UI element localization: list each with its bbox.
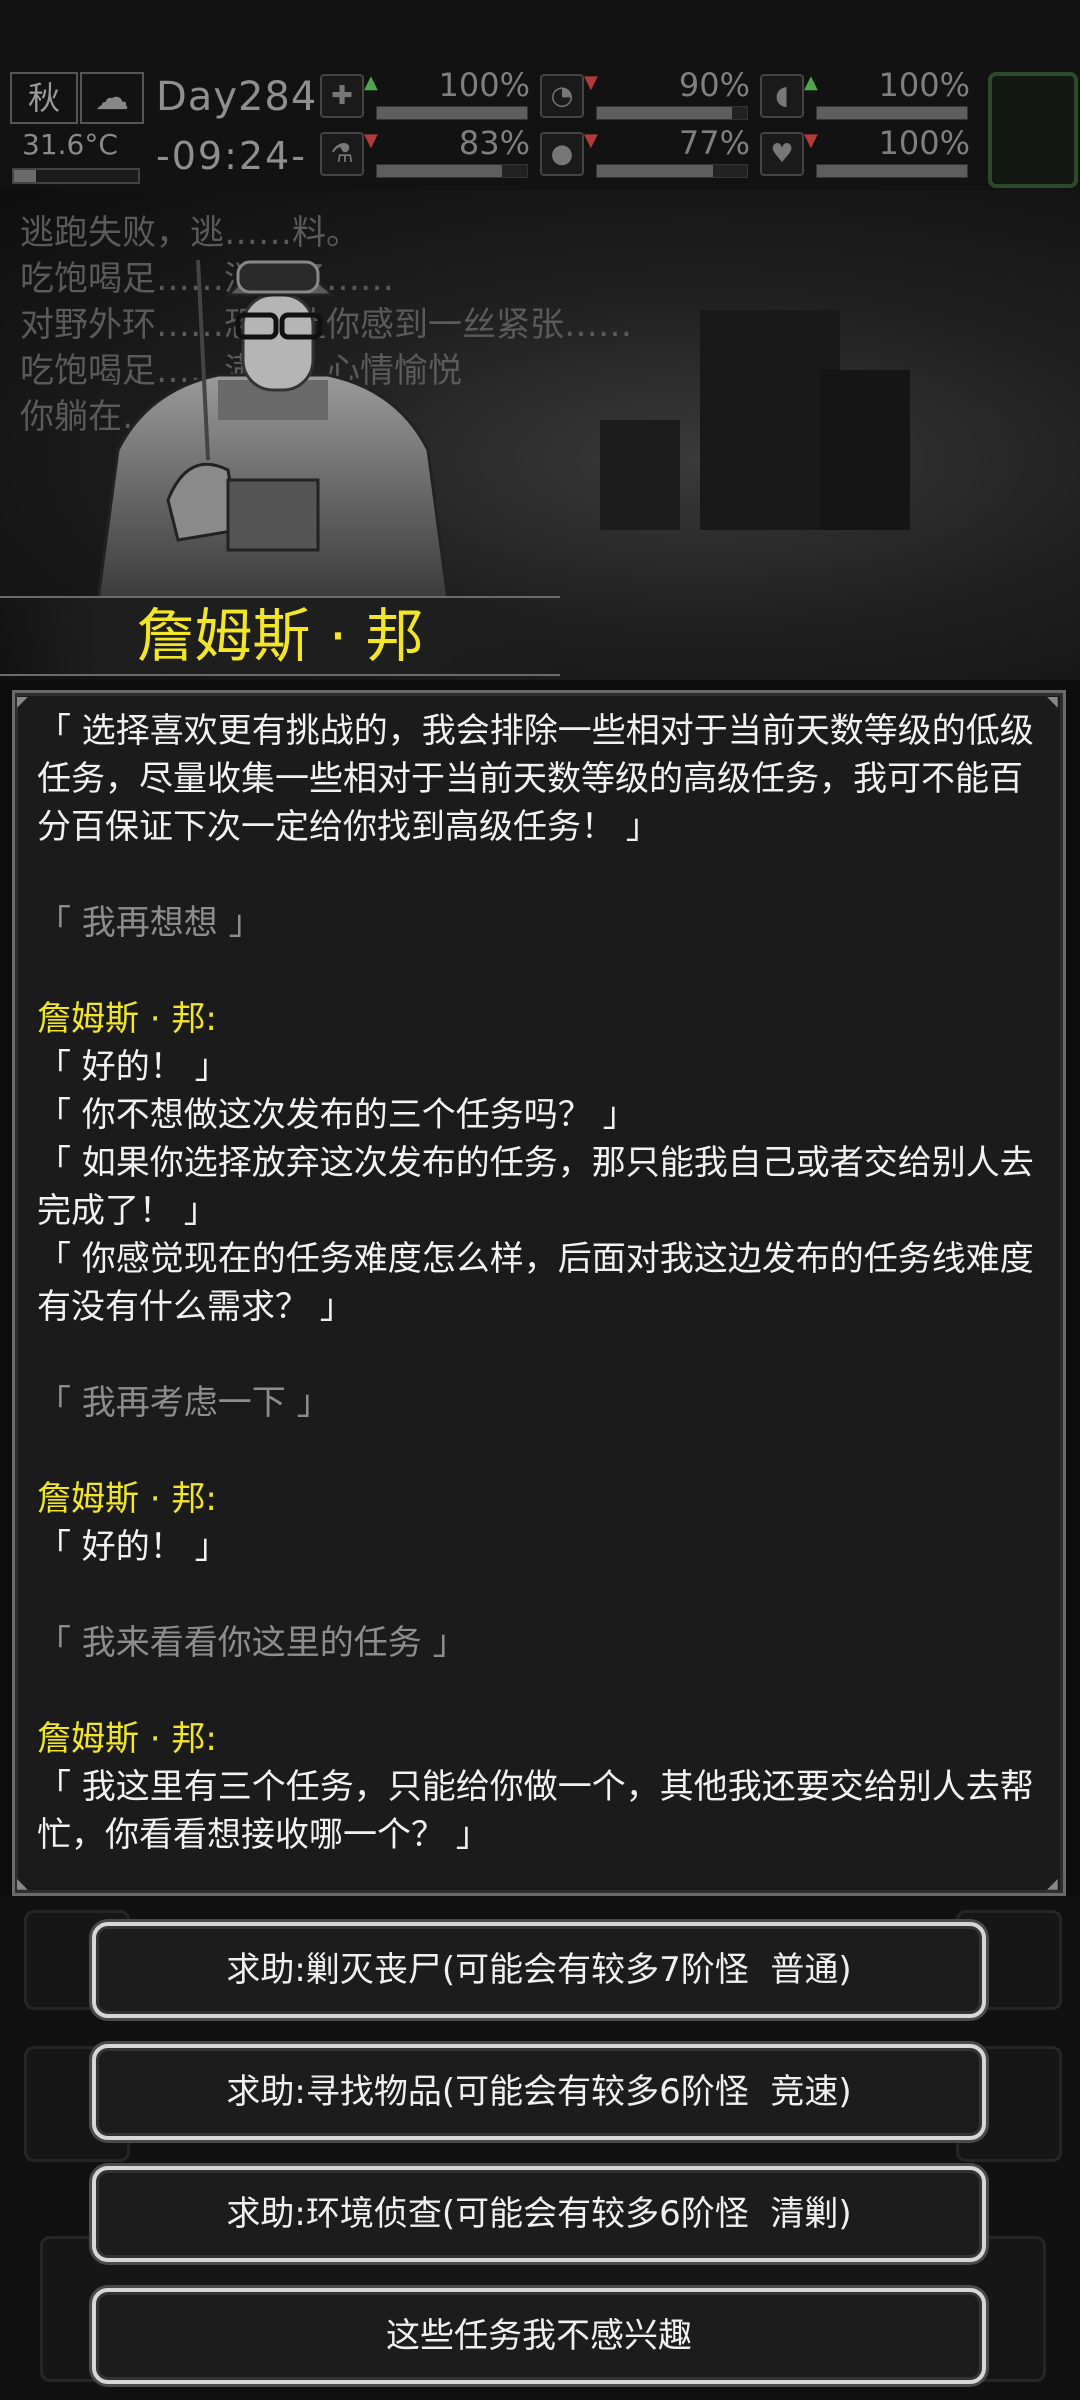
trend-up-icon: ▲ (364, 72, 378, 93)
npc-line: 「 好的！ 」 (37, 1047, 229, 1087)
stat-thirst[interactable]: ● ▼ 77% (540, 124, 750, 178)
trend-down-icon: ▼ (364, 130, 378, 151)
npc-line: 「 我这里有三个任务，只能给你做一个，其他我还要交给别人去帮忙，你看看想接收哪一… (37, 1767, 1034, 1855)
speaker-name: 詹姆斯 · 邦: (37, 1479, 217, 1519)
choice-mission-find-items[interactable]: 求助:寻找物品(可能会有较多6阶怪 竞速) (92, 2044, 986, 2140)
npc-portrait (96, 259, 450, 600)
npc-line: 「 好的！ 」 (37, 1527, 229, 1567)
ruined-building (820, 370, 910, 530)
temperature-bar (12, 168, 140, 184)
stat-bar (596, 164, 748, 178)
heart-icon: ♥ (760, 132, 804, 176)
npc-name-bar: 詹姆斯 · 邦 (0, 596, 560, 676)
npc-line: 「 你不想做这次发布的三个任务吗？ 」 (37, 1095, 637, 1135)
npc-name: 詹姆斯 · 邦 (136, 602, 424, 670)
equipment-slot[interactable] (988, 72, 1078, 188)
day-counter: Day284 (156, 74, 318, 120)
trend-down-icon: ▼ (804, 130, 818, 151)
trend-up-icon: ▲ (804, 72, 818, 93)
corner-ornament-icon: ◣ (17, 1876, 28, 1892)
stomach-icon: ◔ (540, 74, 584, 118)
medkit-icon: ✚ (320, 74, 364, 118)
pill-icon: ◖ (760, 74, 804, 118)
stat-sanity[interactable]: ⚗ ▼ 83% (320, 124, 530, 178)
npc-line: 「 你感觉现在的任务难度怎么样，后面对我这边发布的任务线难度有没有什么需求？ 」 (37, 1239, 1034, 1327)
player-line: 「 我再想想 」 (37, 903, 263, 943)
stat-hunger[interactable]: ◔ ▼ 90% (540, 66, 750, 120)
dialog-transcript: 「 选择喜欢更有挑战的，我会排除一些相对于当前天数等级的低级任务，尽量收集一些相… (37, 707, 1047, 1859)
stat-health[interactable]: ✚ ▲ 100% (320, 66, 530, 120)
dialog-panel[interactable]: ◤ ◥ ◣ ◢ 「 选择喜欢更有挑战的，我会排除一些相对于当前天数等级的低级任务… (12, 690, 1066, 1896)
temperature-readout: 31.6°C (22, 128, 118, 161)
corner-ornament-icon: ◤ (17, 694, 28, 710)
choice-mission-exterminate[interactable]: 求助:剿灭丧尸(可能会有较多7阶怪 普通) (92, 1922, 986, 2018)
speaker-name: 詹姆斯 · 邦: (37, 999, 217, 1039)
stat-bar (596, 106, 748, 120)
npc-line: 「 如果你选择放弃这次发布的任务，那只能我自己或者交给别人去完成了！ 」 (37, 1143, 1034, 1231)
flask-icon: ⚗ (320, 132, 364, 176)
scene-background: 逃跑失败，逃……料。 吃饱喝足……消失了…… 对野外环……恐惧让你感到一丝紧张…… (0, 190, 1080, 680)
game-clock: -09:24- (156, 134, 307, 178)
stat-bar (376, 106, 528, 120)
player-line: 「 我再考虑一下 」 (37, 1383, 331, 1423)
cloudy-weather-icon: ☁ (80, 72, 144, 124)
trend-down-icon: ▼ (584, 130, 598, 151)
stat-mood[interactable]: ♥ ▼ 100% (760, 124, 970, 178)
trend-down-icon: ▼ (584, 72, 598, 93)
choice-mission-recon[interactable]: 求助:环境侦查(可能会有较多6阶怪 清剿) (92, 2166, 986, 2262)
status-bar: 秋 ☁ 31.6°C Day284 -09:24- ✚ ▲ 100% ◔ ▼ 9… (0, 0, 1080, 190)
choice-decline[interactable]: 这些任务我不感兴趣 (92, 2288, 986, 2384)
player-line: 「 我来看看你这里的任务 」 (37, 1623, 467, 1663)
stat-medicine[interactable]: ◖ ▲ 100% (760, 66, 970, 120)
water-drop-icon: ● (540, 132, 584, 176)
corner-ornament-icon: ◥ (1047, 694, 1058, 710)
season-badge: 秋 (10, 72, 78, 124)
speaker-name: 詹姆斯 · 邦: (37, 1719, 217, 1759)
ruined-building (700, 310, 840, 530)
corner-ornament-icon: ◢ (1047, 1876, 1058, 1892)
stat-bar (376, 164, 528, 178)
npc-line: 「 选择喜欢更有挑战的，我会排除一些相对于当前天数等级的低级任务，尽量收集一些相… (37, 711, 1034, 847)
stat-bar (816, 164, 968, 178)
stat-bar (816, 106, 968, 120)
